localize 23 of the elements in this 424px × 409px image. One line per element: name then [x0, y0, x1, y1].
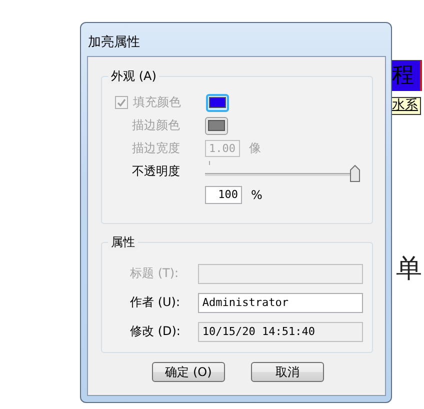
field-label: 修改 (D):: [130, 323, 182, 340]
highlighted-text: 程: [392, 60, 422, 91]
color-button[interactable]: [206, 94, 229, 112]
document-text: 单: [396, 254, 422, 284]
field-label: 描边宽度: [132, 140, 181, 157]
slider-thumb[interactable]: [350, 164, 360, 182]
window-title: 加亮属性: [87, 34, 141, 52]
link-text: 水系: [392, 97, 421, 115]
unit-label: 像: [249, 140, 261, 157]
field-label: 描边颜色: [132, 117, 181, 134]
opacity-slider[interactable]: [205, 160, 360, 182]
field-label: 不透明度: [132, 163, 181, 180]
opacity-field[interactable]: 100: [205, 186, 242, 204]
text-field[interactable]: 10/15/20 14:51:40: [198, 322, 363, 342]
group-title: 外观 (A): [111, 69, 156, 83]
unit-label: %: [251, 188, 262, 202]
text-field[interactable]: Administrator: [198, 292, 363, 312]
cancel-button[interactable]: 取消: [251, 362, 324, 382]
field-label: 作者 (U):: [130, 294, 182, 311]
ok-button[interactable]: 确定 (O): [152, 362, 225, 382]
field-label: 标题 (T):: [130, 265, 180, 282]
group-title: 属性: [111, 235, 135, 249]
checkbox-label: 填充颜色: [133, 94, 182, 111]
